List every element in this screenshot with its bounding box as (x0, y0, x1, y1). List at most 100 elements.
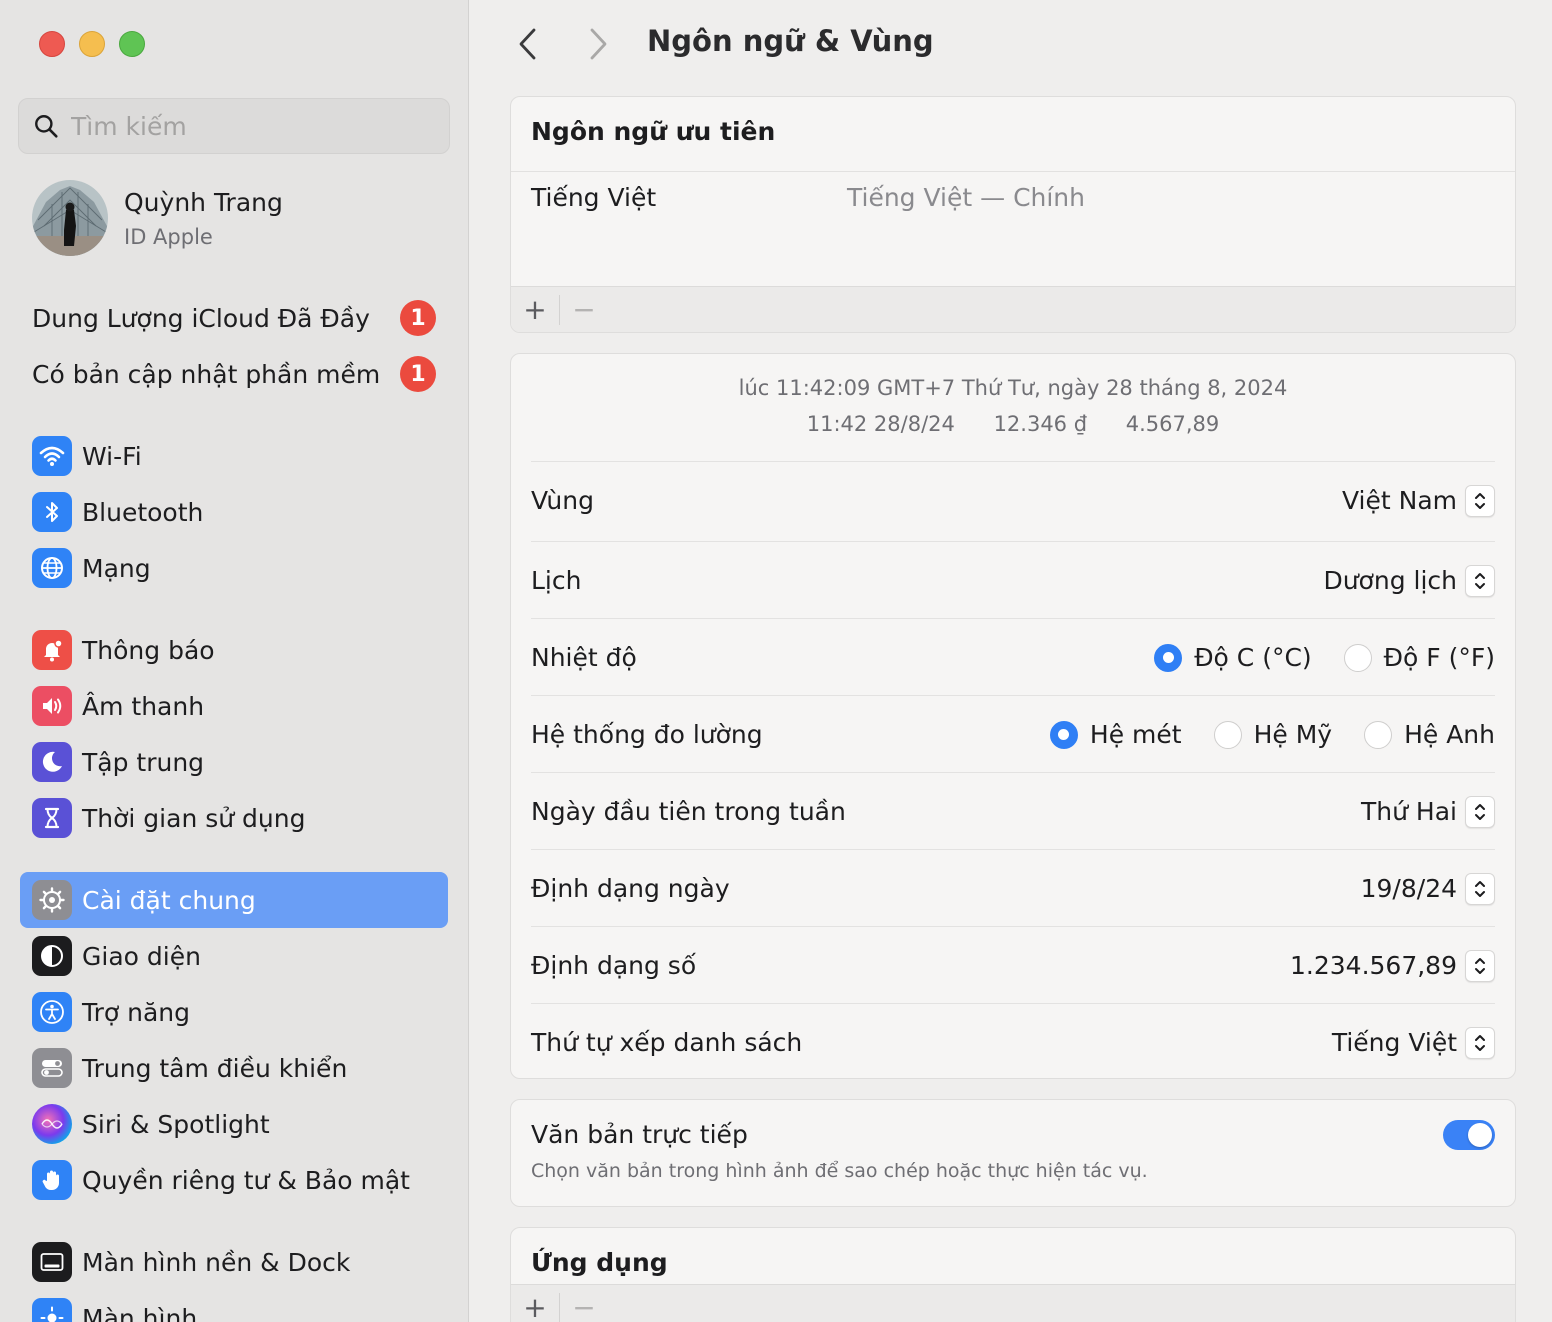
radio-celsius[interactable]: Độ C (°C) (1154, 643, 1312, 672)
icloud-full-alert[interactable]: Dung Lượng iCloud Đã Đầy 1 (32, 298, 436, 338)
software-update-alert[interactable]: Có bản cập nhật phần mềm 1 (32, 354, 436, 394)
bell-icon (32, 630, 72, 670)
list-sort-row: Thứ tự xếp danh sách Tiếng Việt (531, 1003, 1495, 1078)
sidebar-item-label: Trung tâm điều khiển (82, 1053, 348, 1083)
calendar-popup[interactable]: Dương lịch (1323, 564, 1495, 597)
sidebar-item-wallpaper-dock[interactable]: Màn hình nền & Dock (20, 1234, 448, 1290)
bluetooth-icon (32, 492, 72, 532)
radio-uk[interactable]: Hệ Anh (1364, 720, 1495, 749)
sidebar-item-label: Quyền riêng tư & Bảo mật (82, 1165, 410, 1195)
sidebar-item-siri-spotlight[interactable]: Siri & Spotlight (20, 1096, 448, 1152)
applications-card: Ứng dụng + − (510, 1227, 1516, 1322)
sidebar-item-screen-time[interactable]: Thời gian sử dụng (20, 790, 448, 846)
minimize-window-button[interactable] (79, 31, 105, 57)
radio-dot (1213, 720, 1242, 749)
radio-label: Hệ Anh (1404, 720, 1495, 749)
chevron-up-down-icon (1465, 872, 1495, 905)
chevron-up-down-icon (1465, 484, 1495, 517)
radio-metric[interactable]: Hệ mét (1049, 720, 1182, 749)
region-popup[interactable]: Việt Nam (1341, 484, 1495, 517)
preferred-languages-title: Ngôn ngữ ưu tiên (531, 117, 776, 146)
sidebar-item-wifi[interactable]: Wi-Fi (20, 428, 448, 484)
list-sort-popup[interactable]: Tiếng Việt (1331, 1026, 1495, 1059)
sidebar-item-network[interactable]: Mạng (20, 540, 448, 596)
forward-button[interactable] (578, 24, 618, 64)
live-text-card: Văn bản trực tiếp Chọn văn bản trong hìn… (510, 1099, 1516, 1207)
alert-label: Có bản cập nhật phần mềm (32, 359, 381, 389)
divider (511, 171, 1515, 172)
region-settings-card: lúc 11:42:09 GMT+7 Thứ Tư, ngày 28 tháng… (510, 353, 1516, 1079)
format-preview-samples: 11:42 28/8/24 12.346 ₫ 4.567,89 (511, 412, 1515, 436)
sidebar-item-label: Wi-Fi (82, 441, 142, 471)
radio-label: Độ C (°C) (1194, 643, 1312, 672)
back-button[interactable] (508, 24, 548, 64)
remove-application-button[interactable]: − (560, 1285, 608, 1322)
profile-subtitle: ID Apple (124, 224, 213, 249)
temperature-row: Nhiệt độ Độ C (°C) Độ F (°F) (531, 618, 1495, 696)
search-field[interactable] (18, 98, 450, 154)
radio-us[interactable]: Hệ Mỹ (1213, 720, 1332, 749)
siri-icon (32, 1104, 72, 1144)
sidebar-item-control-center[interactable]: Trung tâm điều khiển (20, 1040, 448, 1096)
row-label: Hệ thống đo lường (531, 720, 763, 749)
sidebar-item-bluetooth[interactable]: Bluetooth (20, 484, 448, 540)
alert-label: Dung Lượng iCloud Đã Đầy (32, 303, 370, 333)
search-input[interactable] (71, 111, 431, 141)
row-label: Định dạng ngày (531, 874, 730, 903)
language-name: Tiếng Việt (531, 183, 657, 212)
sidebar-item-appearance[interactable]: Giao diện (20, 928, 448, 984)
accessibility-icon (32, 992, 72, 1032)
measurement-radio-group: Hệ mét Hệ Mỹ Hệ Anh (1018, 720, 1495, 749)
sidebar-item-label: Màn hình nền & Dock (82, 1247, 351, 1277)
live-text-toggle[interactable] (1443, 1120, 1495, 1150)
add-application-button[interactable]: + (511, 1285, 559, 1322)
add-language-button[interactable]: + (511, 287, 559, 333)
zoom-window-button[interactable] (119, 31, 145, 57)
sidebar-item-sound[interactable]: Âm thanh (20, 678, 448, 734)
window-controls (39, 31, 145, 57)
sidebar-item-label: Âm thanh (82, 691, 205, 721)
apple-id-profile[interactable]: Quỳnh Trang ID Apple (32, 180, 283, 256)
first-day-popup[interactable]: Thứ Hai (1361, 795, 1495, 828)
sidebar-item-label: Bluetooth (82, 497, 204, 527)
radio-fahrenheit[interactable]: Độ F (°F) (1343, 643, 1495, 672)
notification-badge: 1 (400, 300, 436, 336)
sidebar-item-general[interactable]: Cài đặt chung (20, 872, 448, 928)
dock-icon (32, 1242, 72, 1282)
chevron-up-down-icon (1465, 949, 1495, 982)
radio-label: Độ F (°F) (1383, 643, 1495, 672)
hand-icon (32, 1160, 72, 1200)
sidebar-item-focus[interactable]: Tập trung (20, 734, 448, 790)
chevron-up-down-icon (1465, 564, 1495, 597)
globe-icon (32, 548, 72, 588)
popup-value: Tiếng Việt (1331, 1028, 1457, 1057)
number-format-row: Định dạng số 1.234.567,89 (531, 926, 1495, 1004)
radio-dot (1049, 720, 1078, 749)
preview-number: 4.567,89 (1125, 412, 1220, 436)
notification-badge: 1 (400, 356, 436, 392)
date-format-row: Định dạng ngày 19/8/24 (531, 849, 1495, 927)
row-label: Ngày đầu tiên trong tuần (531, 797, 846, 826)
preferred-languages-card: Ngôn ngữ ưu tiên Tiếng Việt Tiếng Việt —… (510, 96, 1516, 333)
radio-dot (1343, 643, 1372, 672)
close-window-button[interactable] (39, 31, 65, 57)
live-text-description: Chọn văn bản trong hình ảnh để sao chép … (531, 1160, 1148, 1182)
sidebar-item-label: Thời gian sử dụng (82, 803, 306, 833)
radio-label: Hệ mét (1089, 720, 1182, 749)
sidebar-item-label: Giao diện (82, 941, 201, 971)
live-text-title: Văn bản trực tiếp (531, 1120, 748, 1149)
sidebar-item-accessibility[interactable]: Trợ năng (20, 984, 448, 1040)
radio-dot (1154, 643, 1183, 672)
date-format-popup[interactable]: 19/8/24 (1361, 872, 1495, 905)
toggles-icon (32, 1048, 72, 1088)
number-format-popup[interactable]: 1.234.567,89 (1290, 949, 1495, 982)
sidebar-item-displays[interactable]: Màn hình (20, 1290, 448, 1322)
popup-value: Thứ Hai (1361, 797, 1457, 826)
remove-language-button[interactable]: − (560, 287, 608, 333)
sidebar-item-notifications[interactable]: Thông báo (20, 622, 448, 678)
popup-value: Việt Nam (1341, 486, 1457, 515)
wifi-icon (32, 436, 72, 476)
format-preview-datetime: lúc 11:42:09 GMT+7 Thứ Tư, ngày 28 tháng… (738, 376, 1288, 400)
row-label: Thứ tự xếp danh sách (531, 1028, 803, 1057)
sidebar-item-privacy-security[interactable]: Quyền riêng tư & Bảo mật (20, 1152, 448, 1208)
